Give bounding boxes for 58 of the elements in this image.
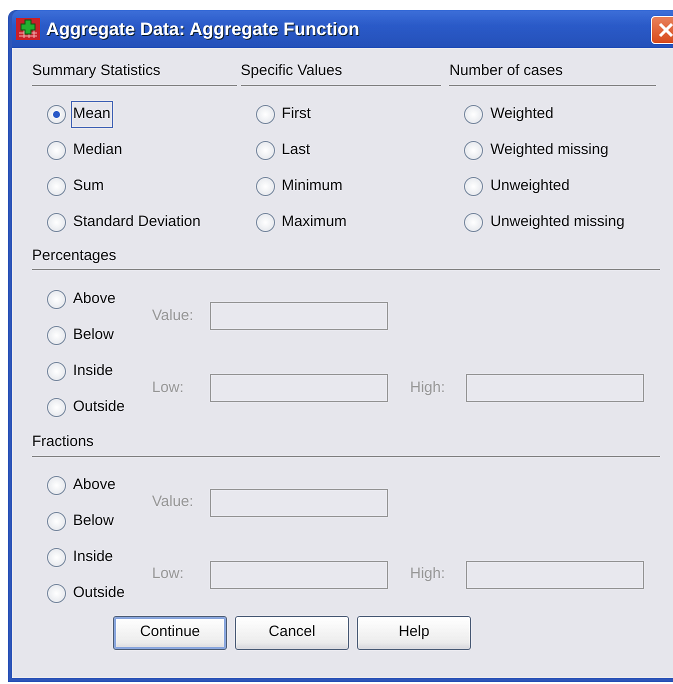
close-icon bbox=[658, 22, 673, 38]
dialog-button[interactable]: Help bbox=[357, 616, 471, 650]
window-title: Aggregate Data: Aggregate Function bbox=[46, 18, 360, 41]
radio-button[interactable] bbox=[47, 141, 66, 160]
radio-label: Median bbox=[72, 140, 124, 160]
field-label: High: bbox=[410, 378, 446, 398]
dialog-button[interactable]: Continue bbox=[113, 616, 227, 650]
radio-label: Above bbox=[72, 475, 117, 496]
dialog-button[interactable]: Cancel bbox=[235, 616, 349, 650]
radio-button[interactable] bbox=[464, 177, 484, 196]
radio-button[interactable] bbox=[256, 105, 275, 124]
radio-label: Outside bbox=[72, 583, 126, 604]
radio-button[interactable] bbox=[47, 512, 66, 531]
radio-label: Standard Deviation bbox=[72, 212, 202, 232]
close-button[interactable] bbox=[651, 16, 673, 44]
radio-button[interactable] bbox=[256, 213, 275, 232]
radio-label: Below bbox=[72, 324, 115, 345]
radio-label: Below bbox=[72, 511, 115, 532]
section-heading: Fractions bbox=[32, 431, 660, 456]
radio-label: Above bbox=[72, 288, 117, 309]
radio-label: Inside bbox=[72, 547, 114, 568]
radio-button[interactable] bbox=[47, 290, 66, 308]
radio-label: Minimum bbox=[280, 176, 344, 196]
radio-button[interactable] bbox=[464, 105, 484, 124]
field-label: Low: bbox=[152, 564, 185, 584]
radio-label: Inside bbox=[72, 360, 114, 381]
field-label: Low: bbox=[152, 378, 185, 398]
section-heading: Percentages bbox=[32, 244, 660, 270]
radio-label: Sum bbox=[72, 176, 105, 196]
radio-label: Outside bbox=[72, 396, 126, 417]
radio-label: Last bbox=[280, 140, 312, 160]
radio-button[interactable] bbox=[256, 141, 275, 160]
radio-button[interactable] bbox=[464, 213, 484, 232]
field-label: High: bbox=[410, 564, 446, 584]
radio-label: First bbox=[280, 104, 312, 124]
group-heading: Specific Values bbox=[240, 60, 442, 86]
radio-label: Unweighted missing bbox=[489, 212, 626, 232]
radio-button[interactable] bbox=[47, 398, 66, 416]
group-heading: Summary Statistics bbox=[32, 60, 237, 86]
radio-button[interactable] bbox=[47, 584, 66, 603]
radio-button[interactable] bbox=[464, 141, 484, 160]
radio-label: Unweighted bbox=[489, 176, 571, 196]
radio-label: Maximum bbox=[280, 212, 348, 232]
radio-button[interactable] bbox=[47, 476, 66, 495]
radio-label: Weighted bbox=[489, 104, 554, 124]
radio-label: Weighted missing bbox=[489, 140, 610, 160]
radio-button[interactable] bbox=[47, 362, 66, 380]
radio-label: Mean bbox=[71, 101, 113, 128]
group-heading: Number of cases bbox=[449, 60, 656, 86]
radio-button[interactable] bbox=[256, 177, 275, 196]
radio-button[interactable] bbox=[47, 213, 66, 232]
app-icon bbox=[16, 18, 40, 40]
field-label: Value: bbox=[152, 492, 194, 512]
radio-button[interactable] bbox=[47, 548, 66, 567]
radio-button[interactable] bbox=[47, 177, 66, 196]
radio-button[interactable] bbox=[47, 105, 66, 124]
radio-button[interactable] bbox=[47, 326, 66, 344]
field-label: Value: bbox=[152, 306, 194, 326]
